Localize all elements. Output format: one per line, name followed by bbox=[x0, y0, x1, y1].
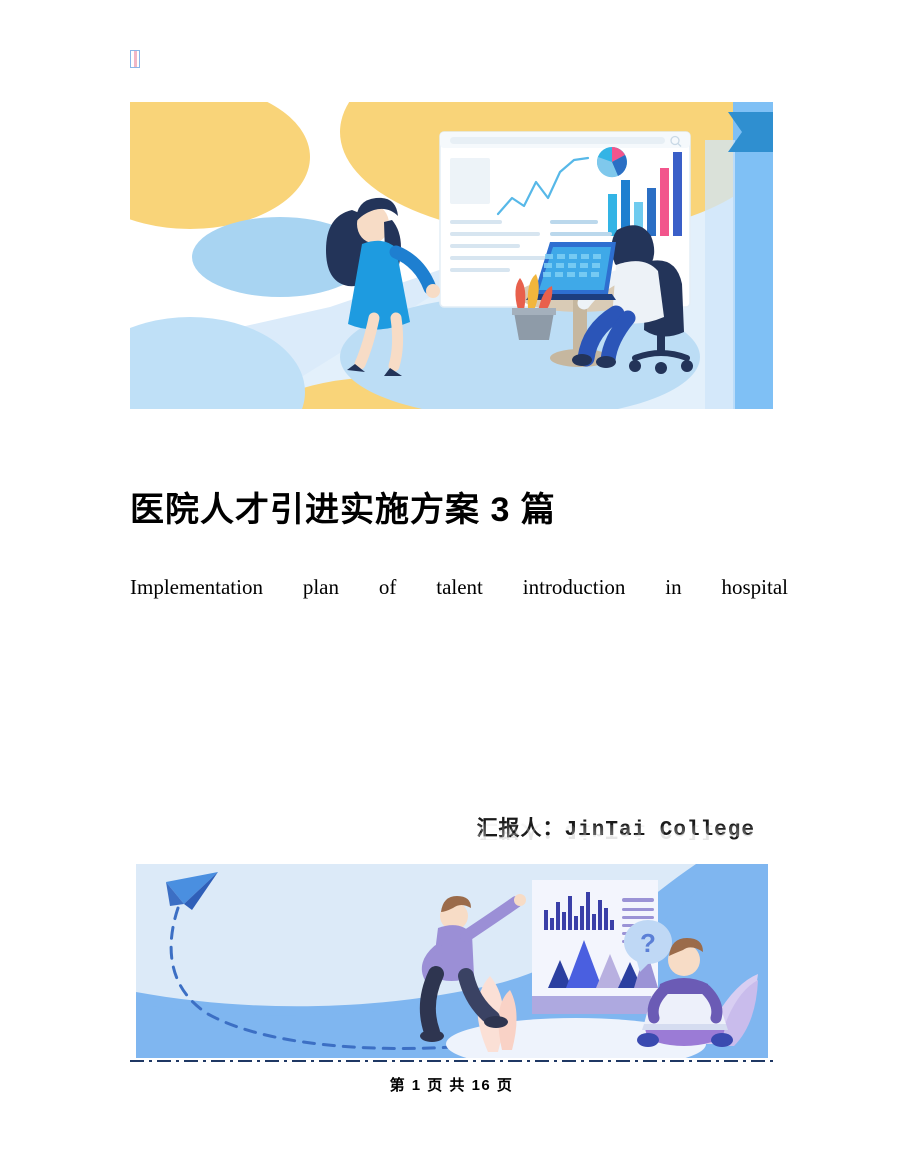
footer-illustration: ? bbox=[136, 864, 768, 1058]
footer-page-number: 第 1 页 共 16 页 bbox=[389, 1077, 514, 1094]
svg-text:?: ? bbox=[640, 928, 656, 958]
header-illustration bbox=[130, 102, 773, 409]
header-illustration-svg bbox=[130, 102, 773, 409]
document-page: 医院人才引进实施方案 3 篇 Implementation plan of ta… bbox=[0, 0, 903, 1168]
reporter-label-reflection: 汇报人：JinTai College bbox=[476, 818, 755, 842]
footer-illustration-svg: ? bbox=[136, 864, 768, 1058]
page-subtitle: Implementation plan of talent introducti… bbox=[130, 575, 788, 599]
reporter-block: 汇报人：JinTai College 汇报人：JinTai College bbox=[130, 818, 773, 862]
page-title: 医院人才引进实施方案 3 篇 bbox=[130, 491, 556, 529]
missing-glyph-box-icon bbox=[130, 50, 140, 68]
footer-divider bbox=[130, 1060, 773, 1062]
pie-chart bbox=[597, 147, 627, 178]
ribbon-banner-icon bbox=[728, 112, 773, 152]
